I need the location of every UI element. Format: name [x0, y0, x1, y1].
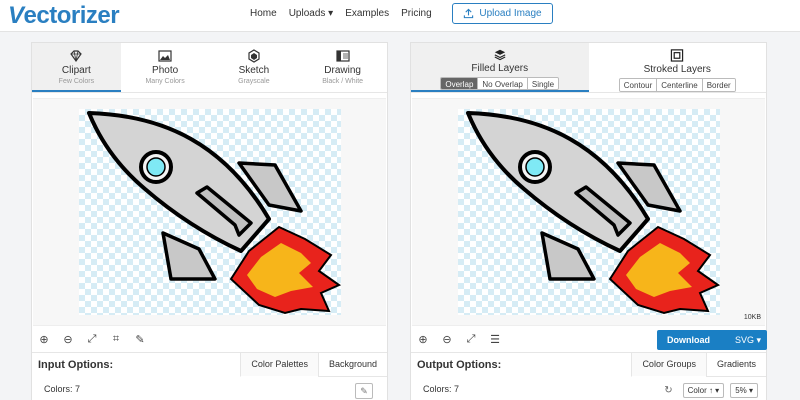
- nav-examples[interactable]: Examples: [345, 8, 389, 19]
- mode-sub: Many Colors: [145, 78, 185, 85]
- option-overlap[interactable]: Overlap: [441, 77, 479, 89]
- input-options: Input Options: Color Palettes Background…: [32, 352, 387, 400]
- upload-label: Upload Image: [479, 8, 542, 19]
- edit-icon[interactable]: ✎: [132, 331, 148, 347]
- mode-tabs: Clipart Few Colors Photo Many Colors Ske…: [32, 43, 387, 93]
- rocket-image: [87, 111, 341, 315]
- menu-icon[interactable]: ☰: [487, 331, 503, 347]
- sketch-icon: [248, 49, 260, 63]
- tab-color-palettes[interactable]: Color Palettes: [240, 353, 318, 377]
- input-toolbar: ⊕ ⊖ ⤢ ⌗ ✎: [32, 330, 148, 348]
- upload-icon: [464, 8, 474, 19]
- logo-text: ectorizer: [23, 2, 120, 29]
- zoom-in-icon[interactable]: ⊕: [415, 331, 431, 347]
- pencil-icon: ✎: [360, 385, 368, 396]
- stroked-layers-title: Stroked Layers: [643, 63, 711, 75]
- file-size-label: 10KB: [743, 314, 761, 321]
- download-button[interactable]: Download SVG ▾: [657, 330, 767, 350]
- option-border[interactable]: Border: [702, 78, 735, 91]
- mode-tab-photo[interactable]: Photo Many Colors: [121, 43, 210, 92]
- download-format-select[interactable]: SVG ▾: [735, 335, 767, 346]
- mode-tab-drawing[interactable]: Drawing Black / White: [298, 43, 387, 92]
- mode-title: Sketch: [238, 65, 270, 76]
- color-percent-select[interactable]: 5% ▾: [730, 383, 758, 398]
- rocket-vector: [466, 111, 720, 315]
- drawing-icon: [336, 50, 350, 62]
- upload-image-button[interactable]: Upload Image: [452, 3, 553, 24]
- image-icon: [158, 50, 172, 62]
- mode-sub: Black / White: [322, 78, 364, 85]
- tab-gradients[interactable]: Gradients: [705, 353, 766, 377]
- color-sort-select[interactable]: Color ↑ ▾: [682, 383, 725, 398]
- output-options: Output Options: Color Groups Gradients C…: [411, 352, 766, 400]
- fill-mode-segment: Overlap No Overlap Single: [440, 76, 560, 90]
- output-options-title: Output Options:: [417, 359, 502, 371]
- zoom-out-icon[interactable]: ⊖: [439, 331, 455, 347]
- output-options-tabs: Color Groups Gradients: [631, 353, 766, 377]
- tab-background[interactable]: Background: [317, 353, 387, 377]
- option-no-overlap[interactable]: No Overlap: [478, 77, 528, 89]
- nav-uploads[interactable]: Uploads ▾: [289, 8, 334, 19]
- stroke-mode-segment: Contour Centerline Border: [618, 77, 736, 92]
- output-panel: Filled Layers Overlap No Overlap Single …: [410, 42, 767, 400]
- input-canvas[interactable]: [33, 98, 386, 326]
- tab-color-groups[interactable]: Color Groups: [631, 353, 706, 377]
- input-colors-count: Colors: 7: [44, 384, 81, 394]
- input-options-title: Input Options:: [38, 359, 114, 371]
- main-nav: Home Uploads ▾ Examples Pricing: [250, 8, 432, 19]
- output-canvas[interactable]: 10KB: [412, 98, 765, 326]
- option-centerline[interactable]: Centerline: [657, 78, 703, 91]
- transparency-checker: [79, 109, 341, 315]
- nav-home[interactable]: Home: [250, 8, 277, 19]
- mode-title: Clipart: [61, 65, 91, 76]
- output-color-controls: ↻ Color ↑ ▾ 5% ▾: [664, 383, 758, 398]
- zoom-out-icon[interactable]: ⊖: [60, 331, 76, 347]
- filled-layers-title: Filled Layers: [471, 62, 529, 74]
- nav-pricing[interactable]: Pricing: [401, 8, 432, 19]
- layer-tabs: Filled Layers Overlap No Overlap Single …: [411, 43, 766, 93]
- mode-title: Photo: [152, 65, 179, 76]
- mode-tab-sketch[interactable]: Sketch Grayscale: [210, 43, 299, 92]
- option-single[interactable]: Single: [527, 77, 559, 89]
- mode-sub: Grayscale: [238, 78, 270, 85]
- crop-icon[interactable]: ⌗: [108, 331, 124, 347]
- fit-screen-icon[interactable]: ⤢: [463, 331, 479, 347]
- output-toolbar: ⊕ ⊖ ⤢ ☰: [411, 330, 503, 348]
- logo-v-mark: V: [8, 2, 24, 29]
- diamond-icon: [70, 50, 83, 63]
- option-contour[interactable]: Contour: [619, 78, 658, 91]
- transparency-checker: [458, 109, 720, 315]
- mode-sub: Few Colors: [58, 78, 95, 85]
- download-label: Download: [667, 335, 710, 345]
- logo[interactable]: Vectorizer: [8, 2, 120, 30]
- fit-screen-icon[interactable]: ⤢: [84, 331, 100, 347]
- tab-stroked-layers[interactable]: Stroked Layers Contour Centerline Border: [589, 43, 767, 92]
- input-panel: Clipart Few Colors Photo Many Colors Ske…: [31, 42, 388, 400]
- layers-icon: [494, 49, 506, 61]
- output-colors-count: Colors: 7: [423, 384, 460, 394]
- edit-palette-button[interactable]: ✎: [355, 383, 373, 399]
- tab-filled-layers[interactable]: Filled Layers Overlap No Overlap Single: [411, 43, 589, 92]
- top-header: Vectorizer Home Uploads ▾ Examples Prici…: [0, 0, 800, 32]
- stroke-layers-icon: [671, 49, 684, 62]
- zoom-in-icon[interactable]: ⊕: [36, 331, 52, 347]
- mode-tab-clipart[interactable]: Clipart Few Colors: [32, 43, 121, 92]
- mode-title: Drawing: [324, 65, 361, 76]
- input-options-tabs: Color Palettes Background: [240, 353, 387, 377]
- refresh-icon[interactable]: ↻: [664, 385, 672, 396]
